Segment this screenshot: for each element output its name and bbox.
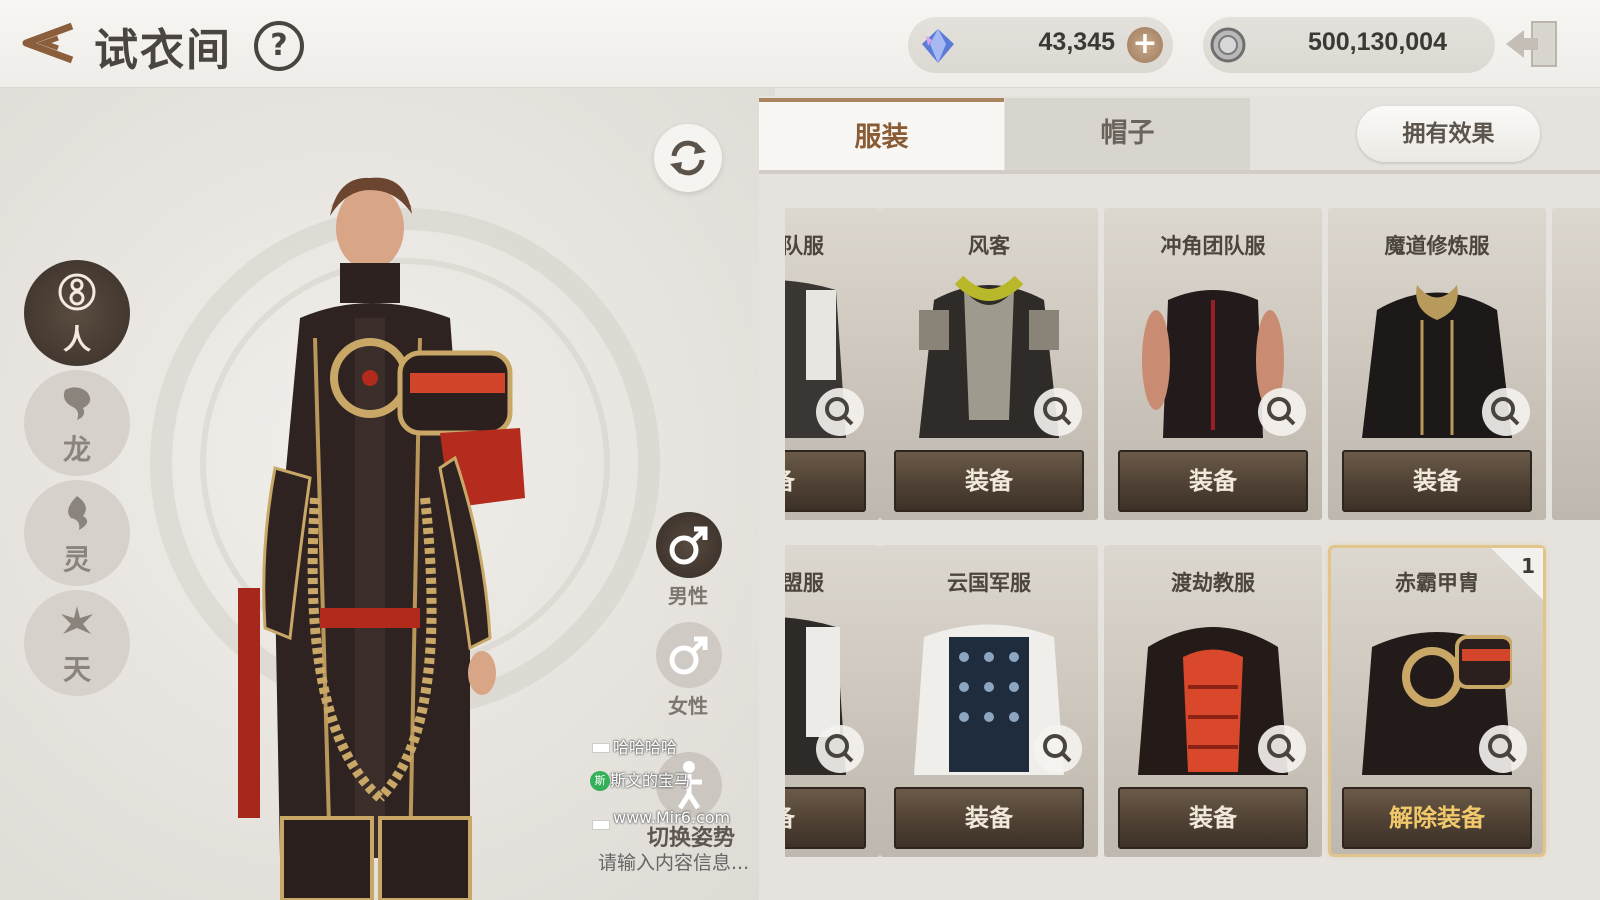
help-button[interactable]: ? bbox=[254, 21, 304, 71]
zoom-icon[interactable] bbox=[1258, 725, 1306, 773]
tab-divider bbox=[759, 170, 1600, 174]
costume-name: 云国军服 bbox=[947, 571, 1031, 595]
coin-currency: 500,130,004 bbox=[1203, 17, 1495, 73]
page-title: 试衣间 bbox=[94, 25, 232, 76]
zoom-icon[interactable] bbox=[1034, 388, 1082, 436]
tab-clothes[interactable]: 服装 bbox=[759, 98, 1004, 170]
zoom-icon[interactable] bbox=[1479, 725, 1527, 773]
costume-grid[interactable]: 队服 装备 风客 装备 冲角团队服 装备 魔道修炼服 bbox=[785, 205, 1600, 870]
costume-name: 魔道修炼服 bbox=[1384, 234, 1490, 258]
male-label: 男性 bbox=[668, 584, 708, 608]
costume-card-selected[interactable]: 1 赤霸甲胄 解除装备 bbox=[1328, 545, 1546, 857]
chat-message: www.Mir6.com bbox=[613, 808, 731, 827]
race-label-heaven: 天 bbox=[62, 653, 91, 686]
chat-avatar: 斯 bbox=[590, 771, 610, 791]
coin-amount: 500,130,004 bbox=[1307, 28, 1447, 56]
race-spirit-button[interactable]: 灵 bbox=[24, 480, 130, 586]
zoom-icon[interactable] bbox=[1034, 725, 1082, 773]
equip-button[interactable]: 装备 bbox=[894, 450, 1084, 512]
zoom-icon[interactable] bbox=[816, 725, 864, 773]
refresh-icon[interactable] bbox=[654, 124, 722, 192]
costume-name: 风客 bbox=[968, 234, 1010, 258]
female-gender-button[interactable] bbox=[656, 622, 722, 688]
coin-icon bbox=[1210, 27, 1246, 63]
gem-icon bbox=[922, 29, 954, 63]
costume-card[interactable]: 风客 装备 bbox=[880, 208, 1098, 520]
race-dragon-button[interactable]: 龙 bbox=[24, 370, 130, 476]
race-label-human: 人 bbox=[62, 323, 91, 356]
costume-card[interactable]: 冲角团队服 装备 bbox=[1104, 208, 1322, 520]
costume-card[interactable]: 盟服 装备 bbox=[785, 545, 880, 857]
top-bar: 试衣间 ? 43,345 + 500,130,004 bbox=[0, 0, 1600, 88]
female-label: 女性 bbox=[668, 694, 708, 718]
costume-name: 盟服 bbox=[785, 571, 824, 595]
chat-message: 哈哈哈哈 bbox=[613, 738, 678, 757]
zoom-icon[interactable] bbox=[816, 388, 864, 436]
costume-card[interactable]: 队服 装备 bbox=[785, 208, 880, 520]
equip-button[interactable]: 装备 bbox=[785, 450, 866, 512]
race-label-dragon: 龙 bbox=[62, 433, 91, 466]
equip-button[interactable]: 装备 bbox=[894, 787, 1084, 849]
equip-button[interactable]: 装备 bbox=[1118, 787, 1308, 849]
costume-name: 赤霸甲胄 bbox=[1395, 571, 1479, 595]
race-label-spirit: 灵 bbox=[62, 543, 91, 576]
costume-card[interactable]: 魔道修炼服 装备 bbox=[1328, 208, 1546, 520]
unequip-button[interactable]: 解除装备 bbox=[1342, 787, 1532, 849]
costume-name: 渡劫教服 bbox=[1171, 571, 1255, 595]
gem-amount: 43,345 bbox=[1038, 28, 1115, 56]
costume-name: 队服 bbox=[785, 234, 824, 258]
exit-icon[interactable] bbox=[1502, 18, 1564, 70]
human-race-icon bbox=[58, 273, 96, 311]
chat-message: 斯文的宝马 bbox=[610, 771, 691, 790]
character-model[interactable] bbox=[220, 168, 560, 900]
add-gem-button[interactable]: + bbox=[1127, 27, 1163, 63]
spirit-race-icon bbox=[68, 496, 88, 530]
heaven-race-icon bbox=[61, 606, 93, 634]
zoom-icon[interactable] bbox=[1258, 388, 1306, 436]
gem-currency: 43,345 + bbox=[908, 17, 1173, 73]
costume-card[interactable]: 云国军服 装备 bbox=[880, 545, 1098, 857]
race-heaven-button[interactable]: 天 bbox=[24, 590, 130, 696]
costume-card[interactable]: 渡劫教服 装备 bbox=[1104, 545, 1322, 857]
equip-button[interactable]: 装备 bbox=[1118, 450, 1308, 512]
costume-name: 冲角团队服 bbox=[1160, 234, 1266, 258]
chat-input[interactable]: 请输入内容信息... bbox=[598, 848, 749, 875]
zoom-icon[interactable] bbox=[1482, 388, 1530, 436]
back-arrow-icon[interactable] bbox=[14, 18, 76, 68]
chat-checkbox bbox=[592, 820, 610, 830]
race-human-button[interactable]: 人 bbox=[24, 260, 130, 366]
dragon-race-icon bbox=[63, 387, 91, 420]
male-gender-button[interactable] bbox=[656, 512, 722, 578]
equip-button[interactable]: 装备 bbox=[1342, 450, 1532, 512]
chat-checkbox bbox=[592, 743, 610, 753]
tab-hat[interactable]: 帽子 bbox=[1005, 98, 1250, 170]
owned-effects-button[interactable]: 拥有效果 bbox=[1357, 106, 1540, 162]
equip-button[interactable]: 装备 bbox=[785, 787, 866, 849]
costume-card[interactable] bbox=[1552, 208, 1600, 520]
